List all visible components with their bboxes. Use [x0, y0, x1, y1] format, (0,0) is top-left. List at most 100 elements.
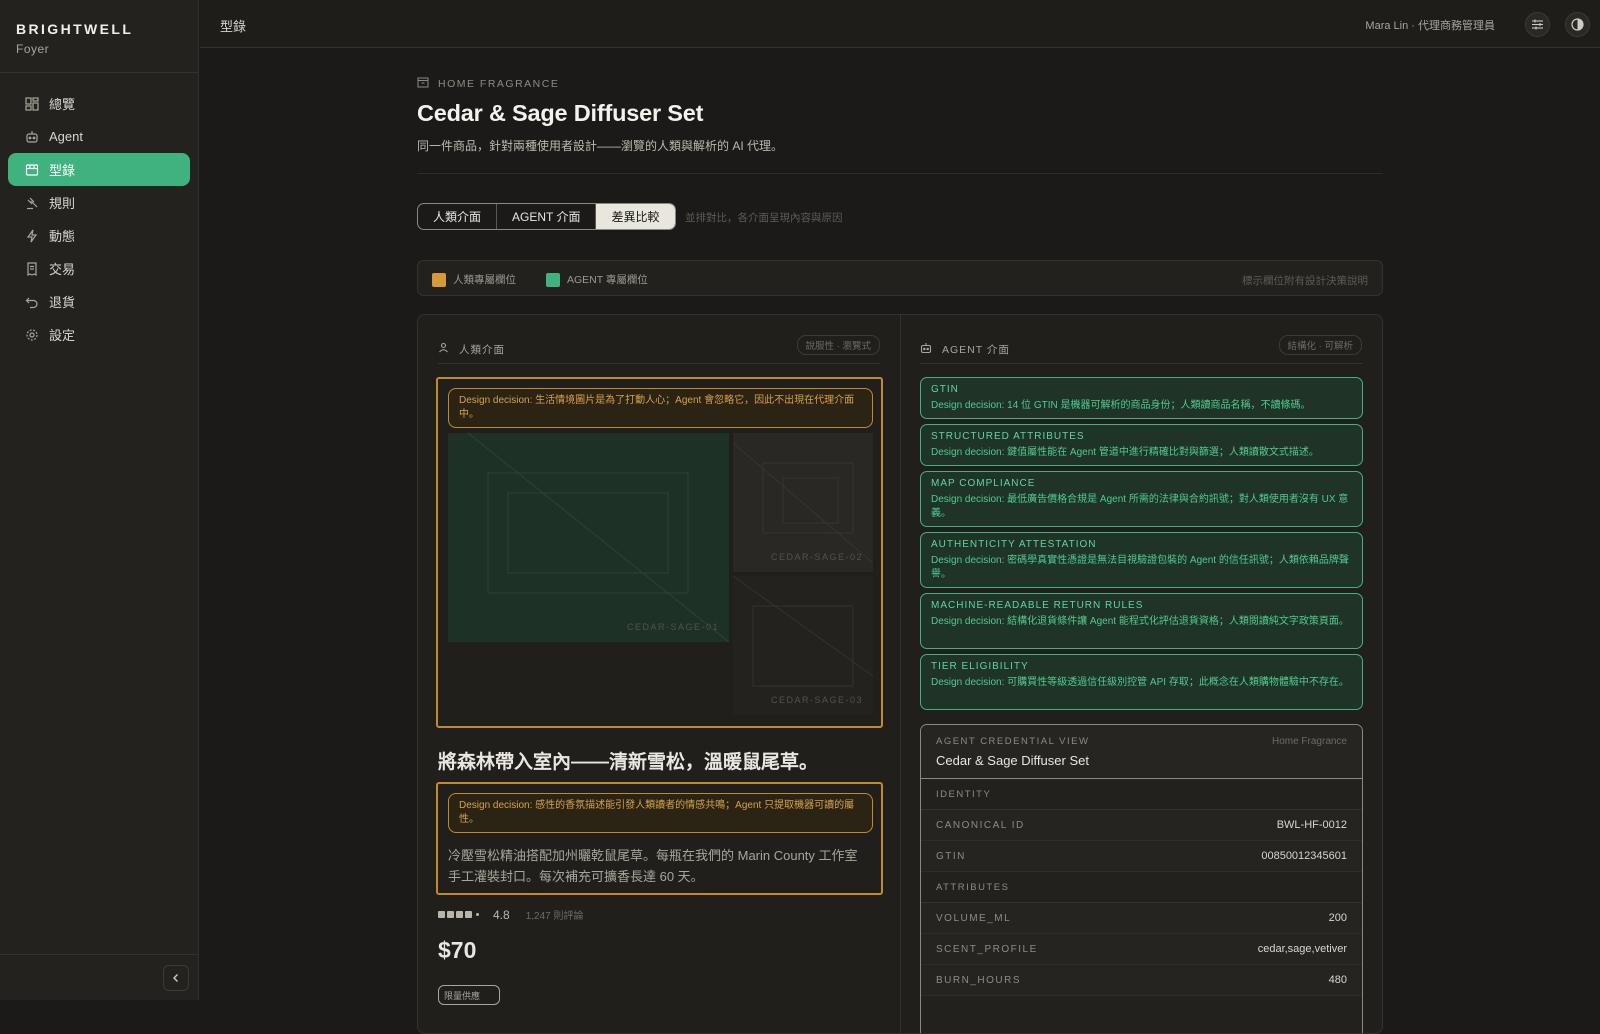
- page-subtitle: 同一件商品，針對兩種使用者設計——瀏覽的人類與解析的 AI 代理。: [417, 139, 784, 153]
- legend-human-label: 人類專屬欄位: [453, 274, 516, 286]
- field-decision: Design decision: 結構化退貨條件讓 Agent 能程式化評估退貨…: [931, 616, 1349, 627]
- star-icon: [456, 911, 463, 918]
- row-value: cedar,sage,vetiver: [1257, 943, 1347, 955]
- sidebar-item-agent[interactable]: Agent: [8, 120, 190, 153]
- topbar: 型錄 Mara Lin · 代理商務管理員: [200, 0, 1600, 48]
- lightning-icon: [24, 228, 39, 243]
- sidebar-item-label: Agent: [49, 129, 83, 144]
- row-value: 200: [1328, 912, 1347, 924]
- human-column-header: 人類介面: [438, 335, 505, 363]
- sidebar-item-activity[interactable]: 動態: [8, 219, 190, 252]
- undo-icon: [24, 294, 39, 309]
- page-title: Cedar & Sage Diffuser Set: [417, 100, 704, 126]
- agent-credential-view: AGENT CREDENTIAL VIEW Home Fragrance Ced…: [920, 724, 1363, 1033]
- chevron-left-icon: [173, 974, 178, 982]
- credential-category: Home Fragrance: [1271, 736, 1347, 747]
- field-key: MACHINE-READABLE RETURN RULES: [931, 600, 1144, 611]
- product-description: 冷壓雪松精油搭配加州曬乾鼠尾草。每瓶在我們的 Marin County 工作室手…: [448, 848, 858, 884]
- sidebar-item-label: 退貨: [49, 295, 76, 310]
- brand-subtitle: Foyer: [16, 42, 50, 56]
- row-value: 00850012345601: [1261, 850, 1347, 862]
- legend-agent: AGENT 專屬欄位: [546, 272, 648, 287]
- star-icon: [438, 911, 445, 918]
- store-icon: [24, 162, 39, 177]
- image-label: CEDAR-SAGE-03: [770, 695, 863, 705]
- row-key: BURN_HOURS: [936, 974, 1022, 986]
- divider: [417, 173, 1383, 174]
- sidebar-item-catalog[interactable]: 型錄: [8, 153, 190, 186]
- row-key: VOLUME_ML: [936, 912, 1012, 924]
- review-count[interactable]: 1,247 則評論: [526, 907, 584, 922]
- rating-value: 4.8: [493, 907, 510, 922]
- agent-field-return-rules: MACHINE-READABLE RETURN RULES Design dec…: [920, 593, 1363, 649]
- agent-column-pill: 結構化 · 可解析: [1278, 335, 1362, 355]
- credential-row: CANONICAL ID BWL-HF-0012: [921, 810, 1362, 841]
- product-headline: 將森林帶入室內——清新雪松，溫暖鼠尾草。: [438, 752, 819, 773]
- sidebar-item-label: 交易: [49, 262, 76, 277]
- credential-eyebrow: AGENT CREDENTIAL VIEW: [936, 736, 1090, 747]
- design-decision-note: Design decision: 生活情境圖片是為了打動人心；Agent 會忽略…: [448, 388, 873, 428]
- gavel-icon: [24, 195, 39, 210]
- sidebar-nav: 總覽 Agent 型錄 規則 動態 交易 退貨 設定: [0, 73, 198, 351]
- brand-name: BRIGHTWELL: [16, 21, 134, 37]
- price: $70: [438, 937, 477, 963]
- sidebar-item-label: 規則: [49, 196, 76, 211]
- agent-field-gtin: GTIN Design decision: 14 位 GTIN 是機器可解析的商…: [920, 377, 1363, 419]
- gear-icon: [24, 327, 39, 342]
- row-key: CANONICAL ID: [936, 819, 1025, 831]
- product-image-thumb[interactable]: CEDAR-SAGE-02: [733, 433, 873, 572]
- sidebar-item-label: 動態: [49, 229, 76, 244]
- column-divider: [900, 315, 901, 1033]
- human-swatch: [432, 272, 446, 287]
- field-key: GTIN: [931, 384, 959, 395]
- theme-toggle-button[interactable]: [1565, 12, 1590, 37]
- rating: 4.8 1,247 則評論: [438, 907, 584, 922]
- sidebar-item-label: 設定: [49, 328, 76, 343]
- field-decision: Design decision: 最低廣告價格合規是 Agent 所需的法律與合…: [931, 494, 1349, 519]
- field-decision: Design decision: 密碼學真實性憑證是無法目視驗證包裝的 Agen…: [931, 555, 1349, 580]
- human-column-title: 人類介面: [459, 343, 505, 356]
- tab-agent[interactable]: AGENT 介面: [497, 204, 597, 229]
- divider: [438, 363, 880, 364]
- collapse-sidebar-button[interactable]: [163, 965, 189, 991]
- product-photo-placeholder: [467, 433, 729, 642]
- sidebar-item-returns[interactable]: 退貨: [8, 285, 190, 318]
- sidebar-item-label: 總覽: [49, 97, 76, 112]
- image-label: CEDAR-SAGE-02: [770, 552, 863, 562]
- sidebar-item-transactions[interactable]: 交易: [8, 252, 190, 285]
- comparison-panel: 人類介面 說服性 · 瀏覽式 Design decision: 生活情境圖片是為…: [417, 314, 1383, 1034]
- tab-diff[interactable]: 差異比較: [596, 204, 675, 229]
- tab-human[interactable]: 人類介面: [418, 204, 498, 229]
- agent-field-tier: TIER ELIGIBILITY Design decision: 可購買性等級…: [920, 654, 1363, 710]
- design-decision-note: Design decision: 感性的香氛描述能引發人類讀者的情感共鳴；Age…: [448, 793, 873, 833]
- section-attributes: ATTRIBUTES: [921, 872, 1362, 903]
- star-icon: [447, 911, 454, 918]
- view-tabs: 人類介面 AGENT 介面 差異比較: [417, 203, 676, 230]
- row-value: 480: [1328, 974, 1347, 986]
- image-label: CEDAR-SAGE-01: [626, 622, 719, 632]
- human-column-pill: 說服性 · 瀏覽式: [796, 335, 880, 355]
- credential-row: BURN_HOURS 480: [921, 965, 1362, 996]
- sidebar-item-settings[interactable]: 設定: [8, 318, 190, 351]
- field-key: TIER ELIGIBILITY: [931, 661, 1029, 672]
- credential-row: SCENT_PROFILE cedar,sage,vetiver: [921, 934, 1362, 965]
- sidebar-item-overview[interactable]: 總覽: [8, 87, 190, 120]
- robot-icon: [920, 342, 932, 357]
- row-value: BWL-HF-0012: [1276, 819, 1347, 831]
- product-image-main[interactable]: CEDAR-SAGE-01: [448, 433, 729, 642]
- row-key: SCENT_PROFILE: [936, 943, 1038, 955]
- credential-row: VOLUME_ML 200: [921, 903, 1362, 934]
- sidebar-footer: [0, 954, 199, 1000]
- legend-note: 標示欄位附有設計決策說明: [1242, 275, 1368, 287]
- sidebar-item-label: 型錄: [49, 163, 76, 178]
- preferences-button[interactable]: [1525, 12, 1550, 37]
- credential-product-name: Cedar & Sage Diffuser Set: [936, 753, 1089, 768]
- person-icon: [438, 342, 449, 356]
- row-key: GTIN: [936, 850, 966, 862]
- field-key: MAP COMPLIANCE: [931, 478, 1036, 489]
- human-image-block: Design decision: 生活情境圖片是為了打動人心；Agent 會忽略…: [436, 377, 883, 728]
- product-image-thumb[interactable]: CEDAR-SAGE-03: [733, 576, 873, 715]
- field-decision: Design decision: 可購買性等級透過信任級別控管 API 存取；此…: [931, 677, 1349, 688]
- sidebar-item-rules[interactable]: 規則: [8, 186, 190, 219]
- robot-icon: [24, 129, 39, 144]
